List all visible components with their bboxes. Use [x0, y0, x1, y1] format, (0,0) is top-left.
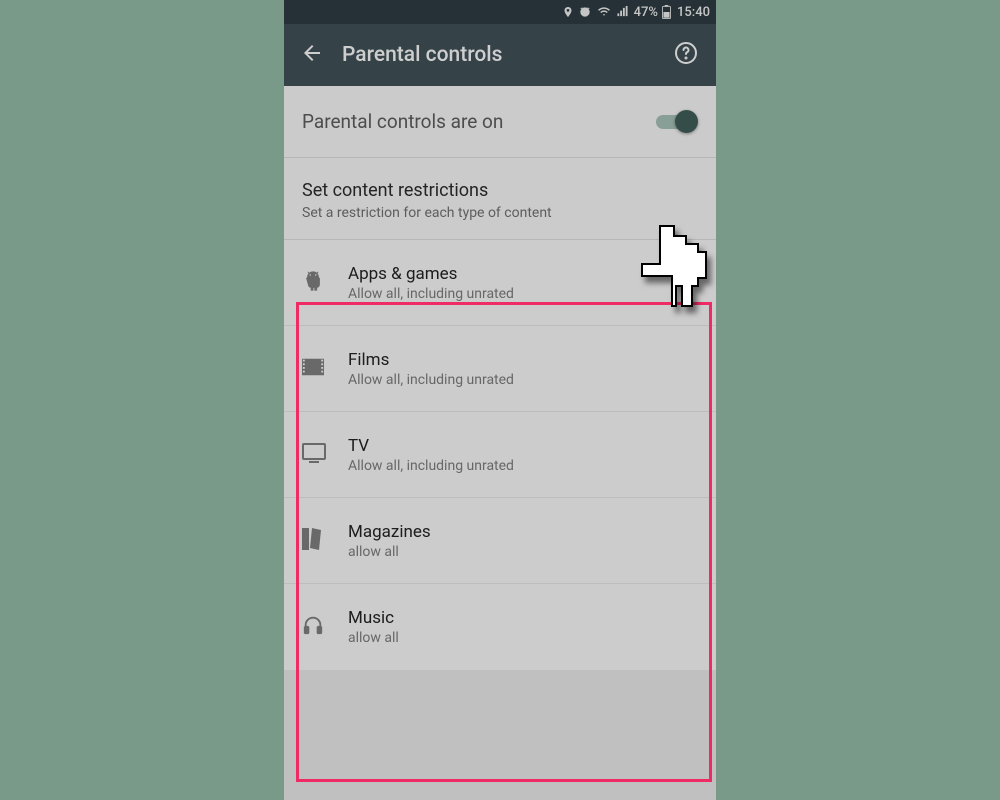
back-button[interactable]	[290, 33, 334, 77]
item-title: TV	[348, 436, 514, 456]
item-title: Music	[348, 608, 399, 628]
item-title: Films	[348, 350, 514, 370]
status-bar: 47% 15:40	[284, 0, 716, 24]
tv-icon	[302, 443, 326, 467]
section-subtitle: Set a restriction for each type of conte…	[302, 205, 698, 221]
battery-icon	[662, 5, 671, 19]
page-title: Parental controls	[334, 43, 666, 67]
item-title: Apps & games	[348, 264, 514, 284]
item-tv[interactable]: TV Allow all, including unrated	[284, 412, 716, 498]
item-subtitle: Allow all, including unrated	[348, 286, 514, 302]
item-title: Magazines	[348, 522, 431, 542]
item-subtitle: allow all	[348, 544, 431, 560]
item-apps-games[interactable]: Apps & games Allow all, including unrate…	[284, 240, 716, 326]
film-icon	[302, 358, 324, 380]
toggle-switch[interactable]	[656, 110, 698, 134]
location-icon	[562, 5, 574, 19]
item-subtitle: Allow all, including unrated	[348, 458, 514, 474]
clock-text: 15:40	[677, 5, 710, 20]
wifi-icon	[596, 6, 612, 19]
magazine-icon	[302, 528, 322, 554]
app-bar: Parental controls	[284, 24, 716, 86]
help-button[interactable]	[666, 35, 706, 75]
item-subtitle: allow all	[348, 630, 399, 646]
signal-icon	[616, 6, 630, 19]
headphones-icon	[302, 614, 324, 640]
arrow-back-icon	[300, 41, 324, 69]
alarm-icon	[578, 5, 592, 19]
item-subtitle: Allow all, including unrated	[348, 372, 514, 388]
android-icon	[302, 270, 324, 296]
item-music[interactable]: Music allow all	[284, 584, 716, 670]
section-header: Set content restrictions Set a restricti…	[284, 158, 716, 240]
item-magazines[interactable]: Magazines allow all	[284, 498, 716, 584]
help-icon	[674, 41, 698, 69]
item-films[interactable]: Films Allow all, including unrated	[284, 326, 716, 412]
section-title: Set content restrictions	[302, 180, 698, 201]
content: Parental controls are on Set content res…	[284, 86, 716, 670]
toggle-label: Parental controls are on	[302, 110, 656, 133]
parental-controls-toggle-row[interactable]: Parental controls are on	[284, 86, 716, 158]
phone-frame: 47% 15:40 Parental controls Parental con…	[284, 0, 716, 800]
battery-text: 47%	[634, 5, 658, 20]
